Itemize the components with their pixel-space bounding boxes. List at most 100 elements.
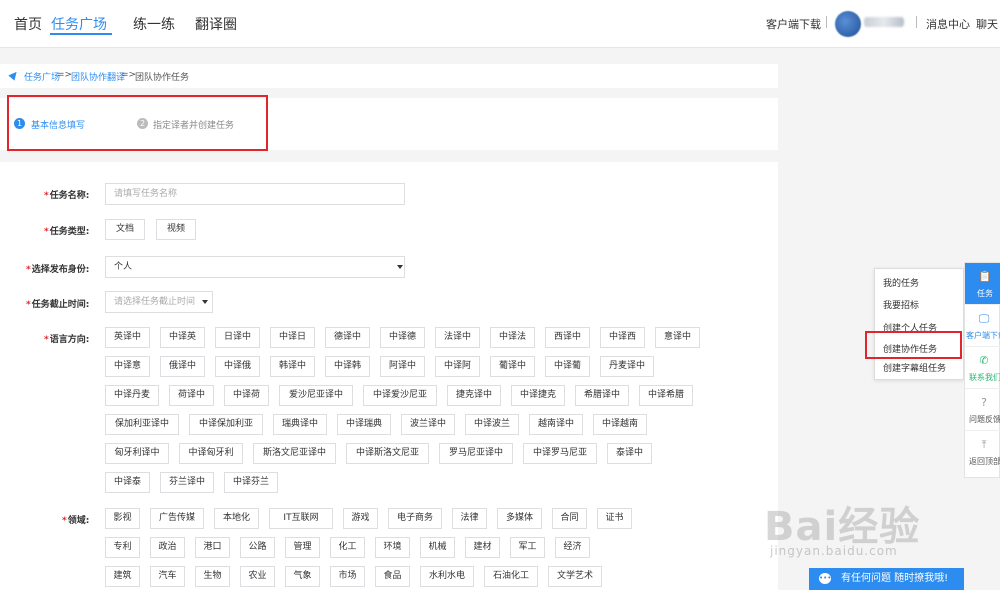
language-tag[interactable]: 德译中 <box>325 327 370 348</box>
nav-translation-circle[interactable]: 翻译圈 <box>195 14 237 34</box>
language-tag[interactable]: 芬兰译中 <box>160 472 214 493</box>
domain-tag[interactable]: 水利水电 <box>420 566 474 587</box>
sidebar-contact-us[interactable]: ✆ 联系我们 <box>965 347 1000 389</box>
domain-tag[interactable]: 市场 <box>330 566 365 587</box>
user-avatar[interactable] <box>835 11 861 37</box>
sidebar-client-download[interactable]: 🖵 客户端下载 <box>965 305 1000 347</box>
domain-tag[interactable]: 管理 <box>285 537 320 558</box>
breadcrumb-task-square[interactable]: 任务广场 <box>24 70 60 83</box>
language-tag[interactable]: 韩译中 <box>270 356 315 377</box>
language-tag[interactable]: 中译芬兰 <box>224 472 278 493</box>
nav-home[interactable]: 首页 <box>14 14 42 34</box>
task-type-document[interactable]: 文档 <box>105 219 145 240</box>
domain-tag[interactable]: 合同 <box>552 508 587 529</box>
breadcrumb-team-translation[interactable]: 团队协作翻译 <box>71 70 125 83</box>
task-name-input[interactable]: 请填写任务名称 <box>105 183 405 205</box>
domain-tag[interactable]: 广告传媒 <box>150 508 204 529</box>
language-tag[interactable]: 中译德 <box>380 327 425 348</box>
domain-tag[interactable]: 农业 <box>240 566 275 587</box>
menu-bidding[interactable]: 我要招标 <box>883 298 919 311</box>
domain-tag[interactable]: 港口 <box>195 537 230 558</box>
domain-tag[interactable]: 经济 <box>555 537 590 558</box>
domain-tag[interactable]: 石油化工 <box>484 566 538 587</box>
domain-tag[interactable]: 影视 <box>105 508 140 529</box>
domain-tag[interactable]: 建材 <box>465 537 500 558</box>
language-tag[interactable]: 希腊译中 <box>575 385 629 406</box>
language-tag[interactable]: 俄译中 <box>160 356 205 377</box>
menu-create-subtitle-task[interactable]: 创建字幕组任务 <box>883 361 946 374</box>
language-tag[interactable]: 中译韩 <box>325 356 370 377</box>
language-tag[interactable]: 法译中 <box>435 327 480 348</box>
language-tag[interactable]: 中译法 <box>490 327 535 348</box>
language-tag[interactable]: 中译波兰 <box>465 414 519 435</box>
task-type-video[interactable]: 视频 <box>156 219 196 240</box>
nav-task-square[interactable]: 任务广场 <box>51 14 107 34</box>
sidebar-task[interactable]: 📋 任务 <box>965 263 1000 305</box>
language-tag[interactable]: 葡译中 <box>490 356 535 377</box>
language-tag[interactable]: 中译西 <box>600 327 645 348</box>
language-tag[interactable]: 捷克译中 <box>447 385 501 406</box>
language-tag[interactable]: 中译瑞典 <box>337 414 391 435</box>
user-name-blurred[interactable] <box>864 17 904 27</box>
client-download-link[interactable]: 客户端下载 <box>766 16 821 32</box>
chat-bar[interactable]: ••• 有任何问题 随时撩我哦! <box>809 568 964 590</box>
language-tag[interactable]: 中译希腊 <box>639 385 693 406</box>
domain-tag[interactable]: 军工 <box>510 537 545 558</box>
domain-tag[interactable]: 化工 <box>330 537 365 558</box>
language-tag[interactable]: 阿译中 <box>380 356 425 377</box>
language-tag[interactable]: 荷译中 <box>169 385 214 406</box>
language-tag[interactable]: 意译中 <box>655 327 700 348</box>
language-tag[interactable]: 中译爱沙尼亚 <box>363 385 437 406</box>
language-tag[interactable]: 中译意 <box>105 356 150 377</box>
domain-tag[interactable]: 游戏 <box>343 508 378 529</box>
message-center-link[interactable]: 消息中心 <box>926 16 970 32</box>
language-tag[interactable]: 中译匈牙利 <box>179 443 243 464</box>
nav-practice[interactable]: 练一练 <box>133 14 175 34</box>
language-tag[interactable]: 波兰译中 <box>401 414 455 435</box>
language-tag[interactable]: 中译越南 <box>593 414 647 435</box>
language-tag[interactable]: 中译捷克 <box>511 385 565 406</box>
menu-my-tasks[interactable]: 我的任务 <box>883 276 919 289</box>
language-tag[interactable]: 中译丹麦 <box>105 385 159 406</box>
domain-tag[interactable]: 环境 <box>375 537 410 558</box>
language-tag[interactable]: 中译葡 <box>545 356 590 377</box>
language-tag[interactable]: 中译罗马尼亚 <box>523 443 597 464</box>
language-tag[interactable]: 保加利亚译中 <box>105 414 179 435</box>
deadline-picker[interactable]: 请选择任务截止时间 <box>105 291 213 313</box>
language-tag[interactable]: 中译英 <box>160 327 205 348</box>
domain-tag[interactable]: 政治 <box>150 537 185 558</box>
language-tag[interactable]: 西译中 <box>545 327 590 348</box>
language-tag[interactable]: 英译中 <box>105 327 150 348</box>
language-tag[interactable]: 匈牙利译中 <box>105 443 169 464</box>
identity-select[interactable]: 个人 <box>105 256 405 278</box>
language-tag[interactable]: 中译日 <box>270 327 315 348</box>
language-tag[interactable]: 中译阿 <box>435 356 480 377</box>
language-tag[interactable]: 中译荷 <box>224 385 269 406</box>
domain-tag[interactable]: 专利 <box>105 537 140 558</box>
language-tag[interactable]: 丹麦译中 <box>600 356 654 377</box>
language-tag[interactable]: 中译保加利亚 <box>189 414 263 435</box>
language-tag[interactable]: 中译泰 <box>105 472 150 493</box>
domain-tag[interactable]: 食品 <box>375 566 410 587</box>
domain-tag[interactable]: 证书 <box>597 508 632 529</box>
domain-tag[interactable]: 公路 <box>240 537 275 558</box>
domain-tag[interactable]: 多媒体 <box>497 508 542 529</box>
domain-tag[interactable]: 法律 <box>452 508 487 529</box>
domain-tag[interactable]: 文学艺术 <box>548 566 602 587</box>
language-tag[interactable]: 越南译中 <box>529 414 583 435</box>
language-tag[interactable]: 中译斯洛文尼亚 <box>346 443 429 464</box>
chat-link[interactable]: 聊天 <box>976 16 998 32</box>
language-tag[interactable]: 日译中 <box>215 327 260 348</box>
language-tag[interactable]: 斯洛文尼亚译中 <box>253 443 336 464</box>
domain-tag[interactable]: IT互联网 <box>269 508 333 529</box>
domain-tag[interactable]: 本地化 <box>214 508 259 529</box>
language-tag[interactable]: 罗马尼亚译中 <box>439 443 513 464</box>
domain-tag[interactable]: 建筑 <box>105 566 140 587</box>
domain-tag[interactable]: 生物 <box>195 566 230 587</box>
domain-tag[interactable]: 机械 <box>420 537 455 558</box>
language-tag[interactable]: 中译俄 <box>215 356 260 377</box>
sidebar-feedback[interactable]: ? 问题反馈 <box>965 389 1000 431</box>
language-tag[interactable]: 爱沙尼亚译中 <box>279 385 353 406</box>
domain-tag[interactable]: 电子商务 <box>388 508 442 529</box>
domain-tag[interactable]: 气象 <box>285 566 320 587</box>
